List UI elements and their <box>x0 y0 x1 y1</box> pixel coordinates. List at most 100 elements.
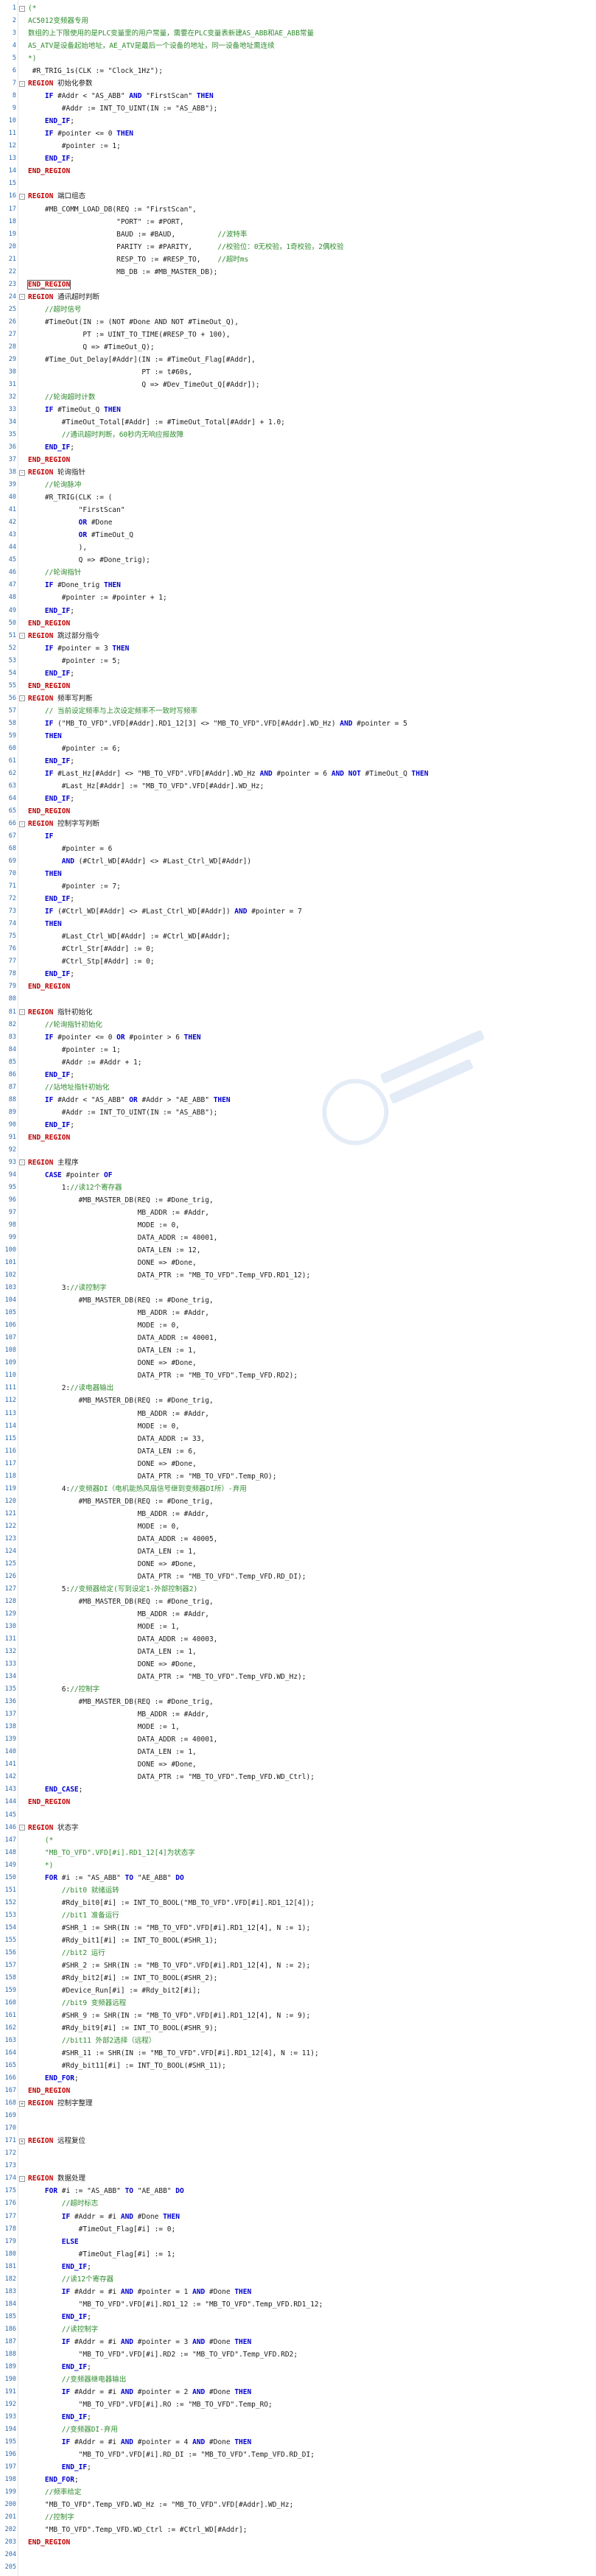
code-line[interactable]: 29 #Time_Out_Delay[#Addr](IN := #TimeOut… <box>0 354 596 366</box>
code-line[interactable]: 124 DATA_LEN := 1, <box>0 1545 596 1558</box>
code-line[interactable]: 39 //轮询脉冲 <box>0 479 596 491</box>
code-line[interactable]: 113 MB_ADDR := #Addr, <box>0 1408 596 1420</box>
code-line[interactable]: 199 //频率给定 <box>0 2486 596 2499</box>
code-line[interactable]: 76 #Ctrl_Str[#Addr] := 0; <box>0 943 596 955</box>
code-line[interactable]: 7- REGION 初始化参数 <box>0 77 596 90</box>
code-line[interactable]: 74 THEN <box>0 918 596 930</box>
code-line[interactable]: 182 //读12个寄存器 <box>0 2273 596 2286</box>
code-line[interactable]: 86 END_IF; <box>0 1069 596 1081</box>
code-line[interactable]: 49 END_IF; <box>0 605 596 617</box>
code-line[interactable]: 186 //读控制字 <box>0 2323 596 2336</box>
code-line[interactable]: 35 //通讯超时判断，60秒内无响应报故障 <box>0 429 596 441</box>
code-line[interactable]: 167 END_REGION <box>0 2085 596 2097</box>
code-line[interactable]: 163 //bit11 外部2选择（远程） <box>0 2035 596 2047</box>
code-line[interactable]: 145 <box>0 1809 596 1822</box>
code-line[interactable]: 41 "FirstScan" <box>0 504 596 516</box>
code-line[interactable]: 126 DATA_PTR := "MB_TO_VFD".Temp_VFD.RD_… <box>0 1570 596 1583</box>
fold-collapse-icon[interactable]: - <box>19 5 25 12</box>
code-line[interactable]: 106 MODE := 0, <box>0 1319 596 1332</box>
code-line[interactable]: 58 IF ("MB_TO_VFD".VFD[#Addr].RD1_12[3] … <box>0 717 596 730</box>
code-line[interactable]: 200 "MB_TO_VFD".Temp_VFD.WD_Hz := "MB_TO… <box>0 2499 596 2511</box>
code-line[interactable]: 84 #pointer := 1; <box>0 1044 596 1056</box>
fold-collapse-icon[interactable]: - <box>19 294 25 301</box>
code-line[interactable]: 171 + REGION 远程复位 <box>0 2135 596 2147</box>
code-line[interactable]: 148 "MB_TO_VFD".VFD[#i].RD1_12[4]为状态字 <box>0 1847 596 1859</box>
code-line[interactable]: 26 #TimeOut(IN := (NOT #Done AND NOT #Ti… <box>0 316 596 329</box>
code-line[interactable]: 118 DATA_PTR := "MB_TO_VFD".Temp_RO); <box>0 1470 596 1483</box>
code-line[interactable]: 23 END_REGION <box>0 278 596 291</box>
code-line[interactable]: 191 IF #Addr = #i AND #pointer = 2 AND #… <box>0 2386 596 2398</box>
code-line[interactable]: 1- (* <box>0 2 596 15</box>
code-line[interactable]: 40 #R_TRIG(CLK := ( <box>0 491 596 504</box>
code-line[interactable]: 52 IF #pointer = 3 THEN <box>0 642 596 655</box>
code-line[interactable]: 27 PT := UINT_TO_TIME(#RESP_TO + 100), <box>0 329 596 341</box>
code-line[interactable]: 43 OR #TimeOut_Q <box>0 529 596 541</box>
code-line[interactable]: 9 #Addr := INT_TO_UINT(IN := "AS_ABB"); <box>0 102 596 115</box>
code-line[interactable]: 6 #R_TRIG_1s(CLK := "Clock_1Hz"); <box>0 65 596 77</box>
code-line[interactable]: 47 IF #Done_trig THEN <box>0 579 596 592</box>
code-line[interactable]: 53 #pointer := 5; <box>0 655 596 667</box>
code-line[interactable]: 174- REGION 数据处理 <box>0 2172 596 2185</box>
code-line[interactable]: 201 //控制字 <box>0 2511 596 2524</box>
code-line[interactable]: 136 #MB_MASTER_DB(REQ := #Done_trig, <box>0 1696 596 1708</box>
code-line[interactable]: 3 数组的上下限使用的是PLC变量里的用户常量，需要在PLC变量表新建AS_ABB… <box>0 27 596 40</box>
code-line[interactable]: 135 6://控制字 <box>0 1683 596 1696</box>
code-line[interactable]: 141 DONE => #Done, <box>0 1758 596 1771</box>
fold-collapse-icon[interactable]: - <box>19 1825 25 1831</box>
code-line[interactable]: 64 END_IF; <box>0 793 596 805</box>
code-line[interactable]: 129 MB_ADDR := #Addr, <box>0 1608 596 1621</box>
code-line[interactable]: 110 DATA_PTR := "MB_TO_VFD".Temp_VFD.RD2… <box>0 1369 596 1382</box>
fold-collapse-icon[interactable]: - <box>19 821 25 827</box>
fold-collapse-icon[interactable]: - <box>19 2175 25 2182</box>
code-line[interactable]: 159 #Device_Run[#i] := #Rdy_bit2[#i]; <box>0 1984 596 1997</box>
code-line[interactable]: 122 MODE := 0, <box>0 1520 596 1533</box>
code-line[interactable]: 93- REGION 主程序 <box>0 1157 596 1169</box>
code-line[interactable]: 108 DATA_LEN := 1, <box>0 1344 596 1357</box>
code-line[interactable]: 169 <box>0 2110 596 2122</box>
code-line[interactable]: 160 //bit9 变频器远程 <box>0 1997 596 2010</box>
code-line[interactable]: 99 DATA_ADDR := 40001, <box>0 1232 596 1244</box>
code-line[interactable]: 21 RESP_TO := #RESP_TO, //超时ms <box>0 253 596 266</box>
code-line[interactable]: 82 //轮询指针初始化 <box>0 1019 596 1031</box>
code-line[interactable]: 112 #MB_MASTER_DB(REQ := #Done_trig, <box>0 1394 596 1407</box>
code-line[interactable]: 114 MODE := 0, <box>0 1420 596 1433</box>
code-line[interactable]: 77 #Ctrl_Stp[#Addr] := 0; <box>0 955 596 968</box>
code-line[interactable]: 172 <box>0 2147 596 2160</box>
code-line[interactable]: 154 #SHR_1 := SHR(IN := "MB_TO_VFD".VFD[… <box>0 1922 596 1934</box>
code-line[interactable]: 25 //超时信号 <box>0 303 596 316</box>
fold-collapse-icon[interactable]: - <box>19 80 25 87</box>
code-line[interactable]: 96 #MB_MASTER_DB(REQ := #Done_trig, <box>0 1194 596 1207</box>
code-line[interactable]: 132 DATA_LEN := 1, <box>0 1646 596 1658</box>
code-line[interactable]: 179 ELSE <box>0 2236 596 2248</box>
code-line[interactable]: 161 #SHR_9 := SHR(IN := "MB_TO_VFD".VFD[… <box>0 2010 596 2022</box>
code-line[interactable]: 198 END_FOR; <box>0 2474 596 2486</box>
code-line[interactable]: 97 MB_ADDR := #Addr, <box>0 1207 596 1219</box>
code-line[interactable]: 17 #MB_COMM_LOAD_DB(REQ := "FirstScan", <box>0 203 596 216</box>
fold-collapse-icon[interactable]: - <box>19 469 25 476</box>
fold-collapse-icon[interactable]: - <box>19 193 25 200</box>
code-line[interactable]: 71 #pointer := 7; <box>0 880 596 893</box>
code-line[interactable]: 69 AND (#Ctrl_WD[#Addr] <> #Last_Ctrl_WD… <box>0 855 596 868</box>
code-line[interactable]: 44 ), <box>0 541 596 554</box>
code-line[interactable]: 50 END_REGION <box>0 617 596 630</box>
code-line[interactable]: 153 //bit1 准备运行 <box>0 1909 596 1922</box>
code-line[interactable]: 12 #pointer := 1; <box>0 140 596 152</box>
code-line[interactable]: 38- REGION 轮询指针 <box>0 466 596 479</box>
code-line[interactable]: 183 IF #Addr = #i AND #pointer = 1 AND #… <box>0 2286 596 2298</box>
code-line[interactable]: 203 END_REGION <box>0 2536 596 2549</box>
code-line[interactable]: 156 //bit2 运行 <box>0 1947 596 1959</box>
code-line[interactable]: 8 IF #Addr < "AS_ABB" AND "FirstScan" TH… <box>0 90 596 102</box>
code-line[interactable]: 18 "PORT" := #PORT, <box>0 216 596 228</box>
code-line[interactable]: 189 END_IF; <box>0 2361 596 2373</box>
code-line[interactable]: 24- REGION 通讯超时判断 <box>0 291 596 303</box>
code-line[interactable]: 151 //bit0 就绪运转 <box>0 1884 596 1897</box>
code-line[interactable]: 139 DATA_ADDR := 40001, <box>0 1733 596 1746</box>
code-line[interactable]: 205 <box>0 2561 596 2574</box>
code-line[interactable]: 59 THEN <box>0 730 596 743</box>
code-line[interactable]: 62 IF #Last_Hz[#Addr] <> "MB_TO_VFD".VFD… <box>0 768 596 780</box>
code-editor[interactable]: 1- (* 2 AC5012变频器专用 3 数组的上下限使用的是PLC变量里的用户常量，需… <box>0 0 596 2576</box>
code-line[interactable]: 2 AC5012变频器专用 <box>0 15 596 27</box>
code-line[interactable]: 131 DATA_ADDR := 40003, <box>0 1633 596 1646</box>
code-line[interactable]: 83 IF #pointer <= 0 OR #pointer > 6 THEN <box>0 1031 596 1044</box>
code-line[interactable]: 54 END_IF; <box>0 667 596 680</box>
